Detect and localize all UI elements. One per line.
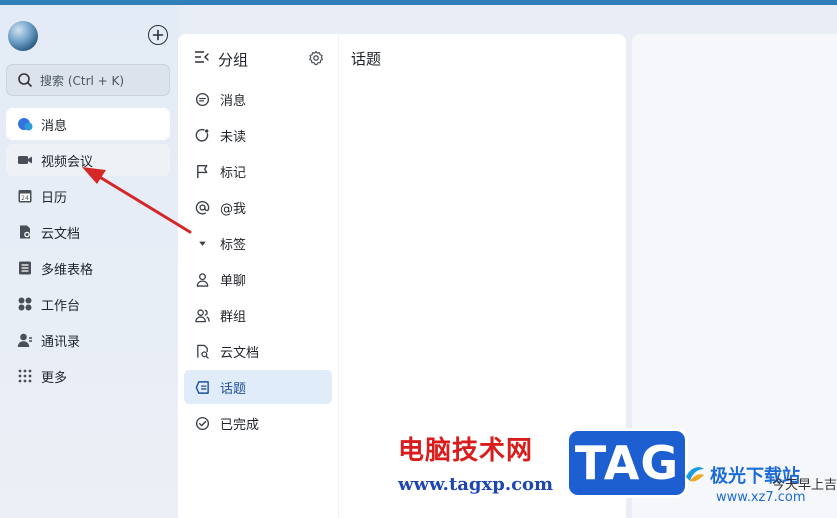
search-input[interactable]: 搜索 (Ctrl + K) (6, 64, 170, 96)
group-item-label: 标记 (220, 165, 247, 181)
table-icon (16, 260, 33, 277)
sidebar-item-label: 视频会议 (41, 154, 94, 170)
check-circle-icon (194, 415, 211, 432)
group-panel-header: 分组 (194, 48, 324, 70)
flag-icon (194, 163, 211, 180)
svg-text:24: 24 (21, 195, 29, 202)
contacts-icon (16, 332, 33, 349)
group-item-tags[interactable]: 标签 (184, 226, 332, 260)
avatar[interactable] (8, 21, 38, 51)
message-icon (16, 116, 33, 133)
sidebar-item-more[interactable]: 更多 (6, 360, 170, 392)
chat-bubble-icon (194, 91, 211, 108)
topic-panel-title: 话题 (351, 50, 382, 68)
group-panel: 分组 消息 未读 标记 @我 标签 单聊 群组 云文档 话题 已完成 (178, 34, 338, 518)
sidebar-item-calendar[interactable]: 24 日历 (6, 180, 170, 212)
group-item-label: 消息 (220, 93, 247, 109)
tag-logo: TAG (566, 428, 688, 498)
cloud-doc-icon (16, 224, 33, 241)
calendar-icon: 24 (16, 188, 33, 205)
group-item-completed[interactable]: 已完成 (184, 406, 332, 440)
partial-text: 今天早上吉 (772, 478, 837, 493)
app-sidebar: 搜索 (Ctrl + K) 消息 视频会议 24 日历 云文档 多维表格 工作台… (0, 5, 178, 518)
sidebar-item-cloud-docs[interactable]: 云文档 (6, 216, 170, 248)
doc-search-icon (194, 343, 211, 360)
group-item-flagged[interactable]: 标记 (184, 154, 332, 188)
plus-icon (152, 29, 164, 41)
group-item-label: 云文档 (220, 345, 260, 361)
group-item-unread[interactable]: 未读 (184, 118, 332, 152)
person-icon (194, 271, 211, 288)
group-item-label: 群组 (220, 309, 247, 325)
group-item-messages[interactable]: 消息 (184, 82, 332, 116)
search-icon (18, 73, 32, 87)
group-item-label: @我 (220, 201, 247, 217)
group-list: 消息 未读 标记 @我 标签 单聊 群组 云文档 话题 已完成 (184, 82, 332, 442)
at-icon (194, 199, 211, 216)
workbench-icon (16, 296, 33, 313)
group-item-label: 标签 (220, 237, 247, 253)
sidebar-nav: 消息 视频会议 24 日历 云文档 多维表格 工作台 通讯录 更多 (6, 108, 170, 396)
add-button[interactable] (148, 25, 168, 45)
group-item-label: 单聊 (220, 273, 247, 289)
group-item-groups[interactable]: 群组 (184, 298, 332, 332)
topic-icon (194, 379, 211, 396)
video-icon (16, 152, 33, 169)
sidebar-item-label: 多维表格 (41, 262, 94, 278)
sidebar-item-label: 工作台 (41, 298, 81, 314)
collapse-icon[interactable] (194, 49, 210, 69)
sidebar-item-video-meeting[interactable]: 视频会议 (6, 144, 170, 176)
group-item-topics[interactable]: 话题 (184, 370, 332, 404)
group-icon (194, 307, 211, 324)
group-item-mentions[interactable]: @我 (184, 190, 332, 224)
sidebar-item-label: 消息 (41, 118, 68, 134)
gear-icon[interactable] (308, 50, 324, 70)
watermark-site-name: 电脑技术网 (398, 436, 534, 466)
group-item-label: 未读 (220, 129, 247, 145)
tag-logo-text: TAG (574, 436, 680, 490)
sidebar-item-messages[interactable]: 消息 (6, 108, 170, 140)
group-item-direct-chat[interactable]: 单聊 (184, 262, 332, 296)
sidebar-item-label: 更多 (41, 370, 68, 386)
watermark-site-url: www.tagxp.com (398, 474, 554, 495)
search-placeholder: 搜索 (Ctrl + K) (40, 73, 125, 88)
group-item-cloud-docs[interactable]: 云文档 (184, 334, 332, 368)
xz-logo-icon (686, 467, 704, 482)
triangle-down-icon (194, 235, 211, 252)
sidebar-item-workbench[interactable]: 工作台 (6, 288, 170, 320)
more-icon (16, 368, 33, 385)
group-item-label: 已完成 (220, 417, 260, 433)
sidebar-item-label: 日历 (41, 190, 68, 206)
sidebar-item-contacts[interactable]: 通讯录 (6, 324, 170, 356)
unread-icon (194, 127, 211, 144)
sidebar-item-label: 通讯录 (41, 334, 81, 350)
group-item-label: 话题 (220, 381, 247, 397)
sidebar-item-label: 云文档 (41, 226, 81, 242)
group-panel-title: 分组 (218, 50, 249, 69)
sidebar-item-multi-table[interactable]: 多维表格 (6, 252, 170, 284)
